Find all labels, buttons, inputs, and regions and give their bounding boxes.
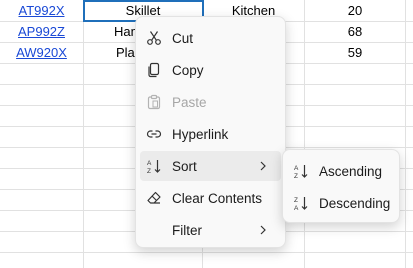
menu-item-label: Filter: [172, 222, 202, 238]
menu-item-label: Copy: [172, 62, 204, 78]
menu-item-label: Cut: [172, 30, 194, 46]
eraser-icon: [145, 189, 163, 207]
sort-icon: AZ: [145, 157, 163, 175]
svg-text:A: A: [294, 165, 299, 172]
menu-item-label: Hyperlink: [172, 126, 229, 142]
menu-item-clear-contents[interactable]: Clear Contents: [140, 183, 281, 213]
sort-descending-icon: ZA: [292, 194, 310, 212]
gridline: [0, 252, 413, 253]
svg-text:A: A: [294, 205, 299, 211]
product-code-link[interactable]: AW920X: [0, 42, 83, 63]
menu-item-hyperlink[interactable]: Hyperlink: [140, 119, 281, 149]
menu-item-label: Paste: [172, 94, 207, 110]
svg-text:A: A: [147, 160, 152, 167]
submenu-item-label: Descending: [319, 195, 391, 211]
menu-item-sort[interactable]: AZ Sort: [140, 151, 281, 181]
svg-text:Z: Z: [294, 197, 298, 204]
copy-icon: [145, 61, 163, 79]
sort-submenu: AZ Ascending ZA Descending: [282, 149, 400, 223]
menu-item-label: Clear Contents: [172, 190, 263, 206]
chevron-right-icon: [260, 225, 266, 235]
menu-item-filter[interactable]: Filter: [140, 215, 281, 245]
scissors-icon: [145, 29, 163, 47]
menu-item-copy[interactable]: Copy: [140, 55, 281, 85]
quantity-cell[interactable]: 20: [305, 0, 405, 21]
product-code-link[interactable]: AP992Z: [0, 21, 83, 42]
quantity-cell[interactable]: 68: [305, 21, 405, 42]
paste-icon: [145, 93, 163, 111]
sort-ascending-icon: AZ: [292, 162, 310, 180]
svg-text:Z: Z: [147, 168, 151, 174]
quantity-cell[interactable]: 59: [305, 42, 405, 63]
filter-icon-placeholder: [145, 221, 163, 239]
submenu-item-label: Ascending: [319, 163, 383, 179]
submenu-item-ascending[interactable]: AZ Ascending: [287, 156, 395, 186]
link-icon: [145, 125, 163, 143]
chevron-right-icon: [260, 161, 266, 171]
submenu-item-descending[interactable]: ZA Descending: [287, 188, 395, 218]
menu-item-cut[interactable]: Cut: [140, 23, 281, 53]
menu-item-paste[interactable]: Paste: [140, 87, 281, 117]
product-code-link[interactable]: AT992X: [0, 0, 83, 21]
context-menu: Cut Copy Paste Hyperlink AZ Sort Clear C…: [135, 16, 286, 248]
gridline: [405, 0, 406, 268]
svg-text:Z: Z: [294, 173, 298, 179]
menu-item-label: Sort: [172, 158, 197, 174]
